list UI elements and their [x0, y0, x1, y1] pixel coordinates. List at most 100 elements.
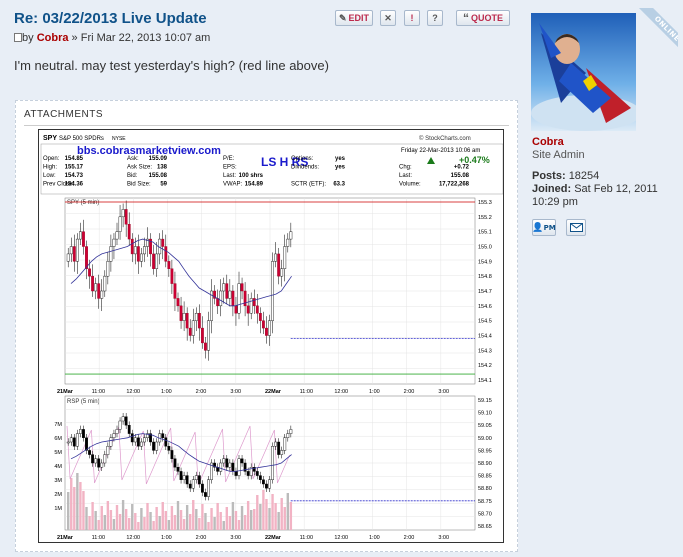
header-field-label: Options:: [291, 156, 314, 162]
online-badge: ONLINE: [618, 8, 678, 68]
candle-body: [173, 458, 177, 468]
x-tick-label: 1:00: [369, 389, 380, 395]
candle-body: [286, 433, 290, 439]
info-button[interactable]: ?: [427, 10, 443, 26]
volume-bar: [121, 500, 125, 530]
x-tick-label: 2:00: [196, 389, 207, 395]
candle-body: [121, 416, 125, 422]
report-button[interactable]: !: [404, 10, 420, 26]
volume-bar: [146, 503, 149, 530]
volume-bar: [182, 519, 186, 530]
volume-bar: [213, 517, 216, 530]
x-tick-label: 21Mar: [57, 389, 74, 395]
candle-body: [271, 446, 274, 481]
candle-body: [82, 429, 85, 438]
delete-button[interactable]: ✕: [380, 10, 396, 26]
candle-body: [280, 268, 284, 277]
candle-body: [130, 238, 134, 255]
volume-bar: [268, 508, 271, 530]
volume-bar: [173, 515, 177, 530]
x-tick-label: 21Mar: [57, 535, 74, 541]
volume-bar: [185, 505, 189, 530]
pm-button[interactable]: 👤 PM: [532, 219, 556, 236]
email-button[interactable]: [566, 219, 586, 236]
volume-bar: [73, 487, 76, 530]
volume-tick-label: 1M: [54, 506, 62, 512]
volume-bar: [112, 519, 116, 530]
volume-bar: [222, 521, 225, 530]
header-field-value: 100 shrs: [239, 173, 264, 179]
volume-bar: [149, 512, 152, 530]
candle-body: [69, 437, 73, 443]
volume-tick-label: 2M: [54, 492, 62, 498]
header-field-label: SCTR (ETF):: [291, 182, 326, 188]
y-tick-label: 154.7: [478, 289, 492, 295]
volume-bar: [128, 518, 131, 530]
candle-body: [231, 462, 235, 472]
y-tick-label: 154.4: [478, 334, 492, 340]
volume-bar: [134, 513, 137, 530]
candle-body: [225, 283, 229, 299]
candle-body: [100, 462, 104, 468]
volume-bar: [118, 514, 122, 530]
candle-body: [228, 290, 232, 299]
candle-body: [106, 446, 110, 455]
post-title[interactable]: Re: 03/22/2013 Live Update: [14, 10, 207, 27]
header-field-value: 17,722,268: [439, 182, 470, 188]
volume-bar: [280, 498, 283, 530]
candle-body: [185, 313, 189, 329]
x-tick-label: 11:00: [300, 535, 313, 541]
candle-body: [133, 246, 137, 255]
candle-body: [124, 209, 128, 225]
rsp-volume-ticks: 7M 6M 5M 4M 3M 2M 1M: [54, 422, 62, 512]
header-field-value: 154.85: [65, 156, 84, 162]
date-separator: »: [71, 32, 78, 44]
candle-body: [155, 441, 159, 451]
volume-bar: [204, 513, 207, 530]
report-icon: !: [410, 13, 414, 23]
candle-body: [66, 253, 70, 262]
author-link[interactable]: Cobra: [37, 32, 69, 44]
candle-body: [182, 475, 186, 481]
candle-body: [94, 458, 98, 464]
candle-body: [115, 429, 119, 434]
x-tick-label: 3:00: [230, 535, 241, 541]
candle-body: [139, 253, 143, 262]
volume-bar: [271, 494, 274, 530]
y-tick-label: 59.00: [478, 436, 492, 442]
posts-count[interactable]: 18254: [569, 170, 600, 182]
candle-body: [234, 471, 238, 476]
post-author-line: by Cobra » Fri Mar 22, 2013 10:07 am: [14, 32, 210, 44]
candle-body: [289, 231, 293, 240]
header-field-label: Dividends:: [291, 165, 319, 171]
x-tick-label: 12:00: [334, 535, 348, 541]
poster-name[interactable]: Cobra: [532, 136, 564, 148]
candle-body: [265, 483, 268, 489]
edit-button[interactable]: ✎ EDIT: [335, 10, 373, 26]
header-field-label: Ask:: [127, 156, 139, 162]
delete-icon: ✕: [384, 12, 392, 23]
candle-body: [176, 467, 180, 472]
x-tick-label: 2:00: [404, 389, 415, 395]
header-field-label: Last:: [223, 173, 236, 179]
header-field-value: +0.72: [454, 165, 470, 171]
candle-body: [130, 433, 134, 443]
candle-body: [124, 416, 128, 426]
header-field-label: Last:: [399, 173, 412, 179]
y-tick-label: 154.8: [478, 274, 492, 280]
candle-body: [240, 283, 244, 292]
x-tick-label: 11:00: [92, 389, 105, 395]
volume-bar: [228, 516, 232, 530]
attachments-box: ATTACHMENTS SPY S&P 500 SPDRs NYSE © Sto…: [15, 100, 518, 552]
quote-button[interactable]: “ QUOTE: [456, 10, 510, 26]
candle-body: [225, 458, 229, 468]
candle-body: [152, 253, 156, 269]
attachment-image[interactable]: SPY S&P 500 SPDRs NYSE © StockCharts.com…: [38, 129, 504, 543]
y-tick-label: 155.2: [478, 215, 492, 221]
header-field-label: Bid:: [127, 173, 138, 179]
candle-body: [109, 246, 113, 262]
post-message: I'm neutral. may test yesterday's high? …: [14, 58, 329, 73]
candle-body: [234, 305, 238, 314]
y-tick-label: 154.9: [478, 259, 492, 265]
volume-bar: [76, 473, 79, 530]
